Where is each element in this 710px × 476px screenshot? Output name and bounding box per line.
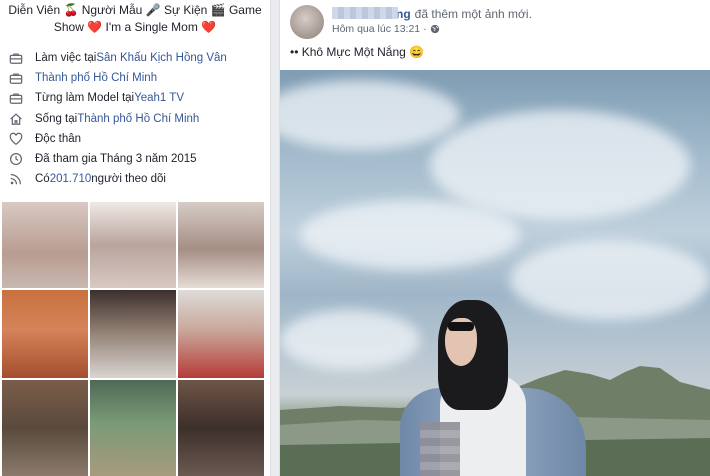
intro-text: Làm việc tại: [35, 52, 97, 65]
photo-thumbnail[interactable]: [178, 290, 264, 378]
pixelated-area: [420, 422, 460, 476]
feed-post: ng đã thêm một ảnh mới. Hôm qua lúc 13:21…: [279, 0, 710, 476]
cloud: [430, 110, 690, 220]
cloud: [280, 80, 460, 150]
photo-thumbnail[interactable]: [90, 380, 176, 476]
briefcase-icon: [8, 91, 24, 105]
intro-item-work-city: Thành phố Hồ Chí Minh: [8, 68, 262, 88]
photo-thumbnail[interactable]: [90, 202, 176, 288]
intro-text: Từng làm Model tại: [35, 92, 135, 105]
cloud: [300, 200, 520, 270]
intro-link-city[interactable]: Thành phố Hồ Chí Minh: [35, 72, 157, 84]
photo-thumbnail[interactable]: [2, 202, 88, 288]
heart-icon: [8, 132, 24, 146]
photo-grid: [2, 202, 264, 476]
post-timestamp[interactable]: Hôm qua lúc 13:21: [332, 23, 420, 35]
photo-thumbnail[interactable]: [178, 202, 264, 288]
globe-icon[interactable]: [430, 24, 440, 34]
author-name-blurred: [332, 7, 398, 19]
profile-intro-panel: Diễn Viên 🍒 Người Mẫu 🎤 Sự Kiện 🎬 Game S…: [0, 0, 271, 476]
intro-link-lives-city[interactable]: Thành phố Hồ Chí Minh: [77, 113, 199, 125]
intro-text: Độc thân: [35, 132, 82, 145]
briefcase-icon: [8, 51, 24, 65]
intro-link-work[interactable]: Sân Khấu Kịch Hồng Vân: [96, 52, 226, 64]
photo-thumbnail[interactable]: [2, 380, 88, 476]
post-action-text: đã thêm một ảnh mới.: [414, 7, 532, 21]
intro-item-followers: Có 201.710 người theo dõi: [8, 169, 262, 189]
briefcase-icon: [8, 71, 24, 85]
intro-text: Sống tại: [35, 112, 78, 125]
intro-text: người theo dõi: [91, 173, 166, 186]
intro-item-lives-in: Sống tại Thành phố Hồ Chí Minh: [8, 109, 262, 129]
separator: ·: [423, 23, 427, 35]
clock-icon: [8, 152, 24, 166]
intro-text: Có: [35, 173, 50, 186]
bio-line-1: Diễn Viên 🍒 Người Mẫu 🎤 Sự Kiện 🎬 Game: [8, 3, 262, 17]
bio-line-2: Show ❤️ I'm a Single Mom ❤️: [53, 20, 217, 34]
cloud: [510, 240, 710, 320]
photo-thumbnail[interactable]: [90, 290, 176, 378]
post-meta: Hôm qua lúc 13:21 ·: [332, 23, 440, 35]
post-header: ng đã thêm một ảnh mới.: [332, 7, 532, 21]
post-caption: •• Khô Mực Một Nắng 😄: [290, 45, 425, 59]
photo-thumbnail[interactable]: [2, 290, 88, 378]
post-photo[interactable]: [280, 70, 710, 476]
rss-icon: [8, 172, 24, 186]
intro-item-past-work: Từng làm Model tại Yeah1 TV: [8, 88, 262, 108]
author-name-link[interactable]: ng: [396, 7, 411, 21]
intro-item-work: Làm việc tại Sân Khấu Kịch Hồng Vân: [8, 48, 262, 68]
profile-bio: Diễn Viên 🍒 Người Mẫu 🎤 Sự Kiện 🎬 Game S…: [0, 0, 270, 40]
intro-item-relationship: Độc thân: [8, 129, 262, 149]
intro-text: Đã tham gia Tháng 3 năm 2015: [35, 153, 197, 166]
home-icon: [8, 112, 24, 126]
followers-count-link[interactable]: 201.710: [50, 173, 92, 185]
sunglasses: [448, 322, 474, 331]
photo-thumbnail[interactable]: [178, 380, 264, 476]
avatar[interactable]: [290, 5, 324, 39]
intro-list: Làm việc tại Sân Khấu Kịch Hồng Vân Thàn…: [0, 40, 270, 189]
intro-link-yeah1[interactable]: Yeah1 TV: [134, 92, 184, 104]
intro-item-joined: Đã tham gia Tháng 3 năm 2015: [8, 149, 262, 169]
